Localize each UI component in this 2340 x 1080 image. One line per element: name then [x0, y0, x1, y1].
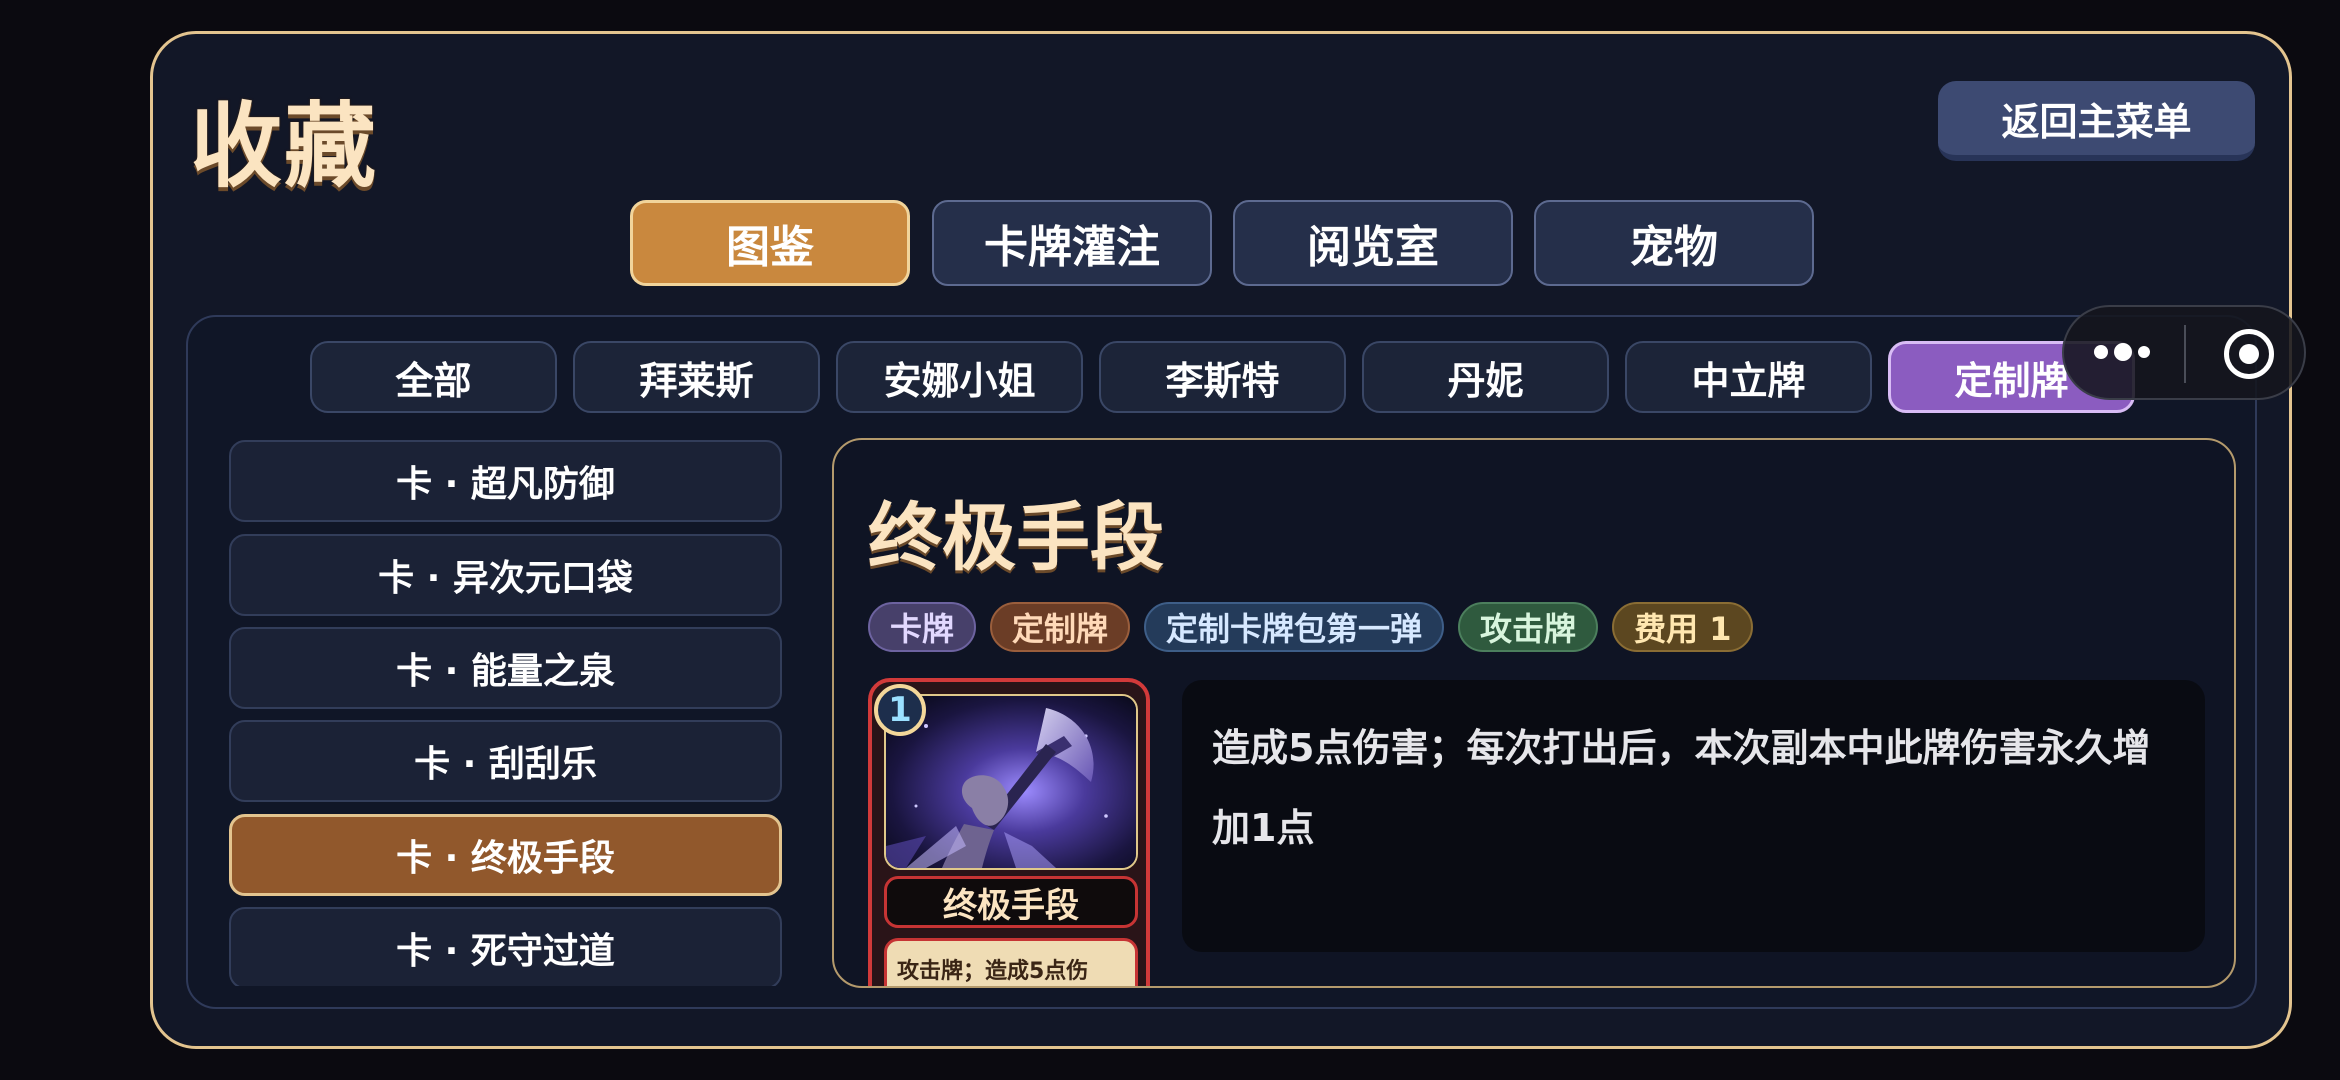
filter-miss-anna[interactable]: 安娜小姐	[836, 341, 1083, 413]
list-item[interactable]: 卡 · 刮刮乐	[229, 720, 782, 802]
list-item[interactable]: 卡 · 异次元口袋	[229, 534, 782, 616]
filter-all[interactable]: 全部	[310, 341, 557, 413]
tag-category: 定制牌	[990, 602, 1131, 652]
page-title: 收藏	[190, 93, 379, 200]
target-icon[interactable]	[2224, 329, 2274, 379]
capsule-divider	[2184, 325, 2186, 383]
list-item-selected[interactable]: 卡 · 终极手段	[229, 814, 782, 896]
mini-program-capsule	[2062, 305, 2306, 400]
card-text-box: 攻击牌；造成5点伤	[884, 938, 1138, 986]
card-name-banner: 终极手段	[884, 876, 1138, 928]
card-cost-badge: 1	[874, 684, 926, 736]
filter-bailaisi[interactable]: 拜莱斯	[573, 341, 820, 413]
tab-compendium[interactable]: 图鉴	[630, 200, 910, 286]
back-to-main-menu-button[interactable]: 返回主菜单	[1938, 81, 2255, 161]
card-detail-title: 终极手段	[868, 495, 1164, 581]
tag-type: 卡牌	[868, 602, 977, 652]
list-item[interactable]: 卡 · 死守过道	[229, 907, 782, 986]
tab-card-infusion[interactable]: 卡牌灌注	[932, 200, 1212, 286]
tag-card-kind: 攻击牌	[1458, 602, 1599, 652]
card-detail-panel: 终极手段 卡牌 定制牌 定制卡牌包第一弹 攻击牌 费用 1 1 终极手段 攻击牌…	[832, 438, 2236, 988]
tag-cost: 费用 1	[1612, 602, 1754, 652]
card-preview: 1 终极手段 攻击牌；造成5点伤	[868, 678, 1150, 986]
card-tags: 卡牌 定制牌 定制卡牌包第一弹 攻击牌 费用 1	[868, 602, 1754, 652]
filter-neutral[interactable]: 中立牌	[1625, 341, 1872, 413]
tab-pets[interactable]: 宠物	[1534, 200, 1814, 286]
list-item[interactable]: 卡 · 超凡防御	[229, 440, 782, 522]
filter-liszt[interactable]: 李斯特	[1099, 341, 1346, 413]
filter-danni[interactable]: 丹妮	[1362, 341, 1609, 413]
tab-reading-room[interactable]: 阅览室	[1233, 200, 1513, 286]
list-item[interactable]: 卡 · 能量之泉	[229, 627, 782, 709]
card-description: 造成5点伤害；每次打出后，本次副本中此牌伤害永久增加1点	[1182, 680, 2205, 952]
tag-pack: 定制卡牌包第一弹	[1144, 602, 1445, 652]
more-dots-icon[interactable]	[2094, 343, 2150, 361]
card-list[interactable]: 卡 · 超凡防御 卡 · 异次元口袋 卡 · 能量之泉 卡 · 刮刮乐 卡 · …	[229, 430, 789, 986]
